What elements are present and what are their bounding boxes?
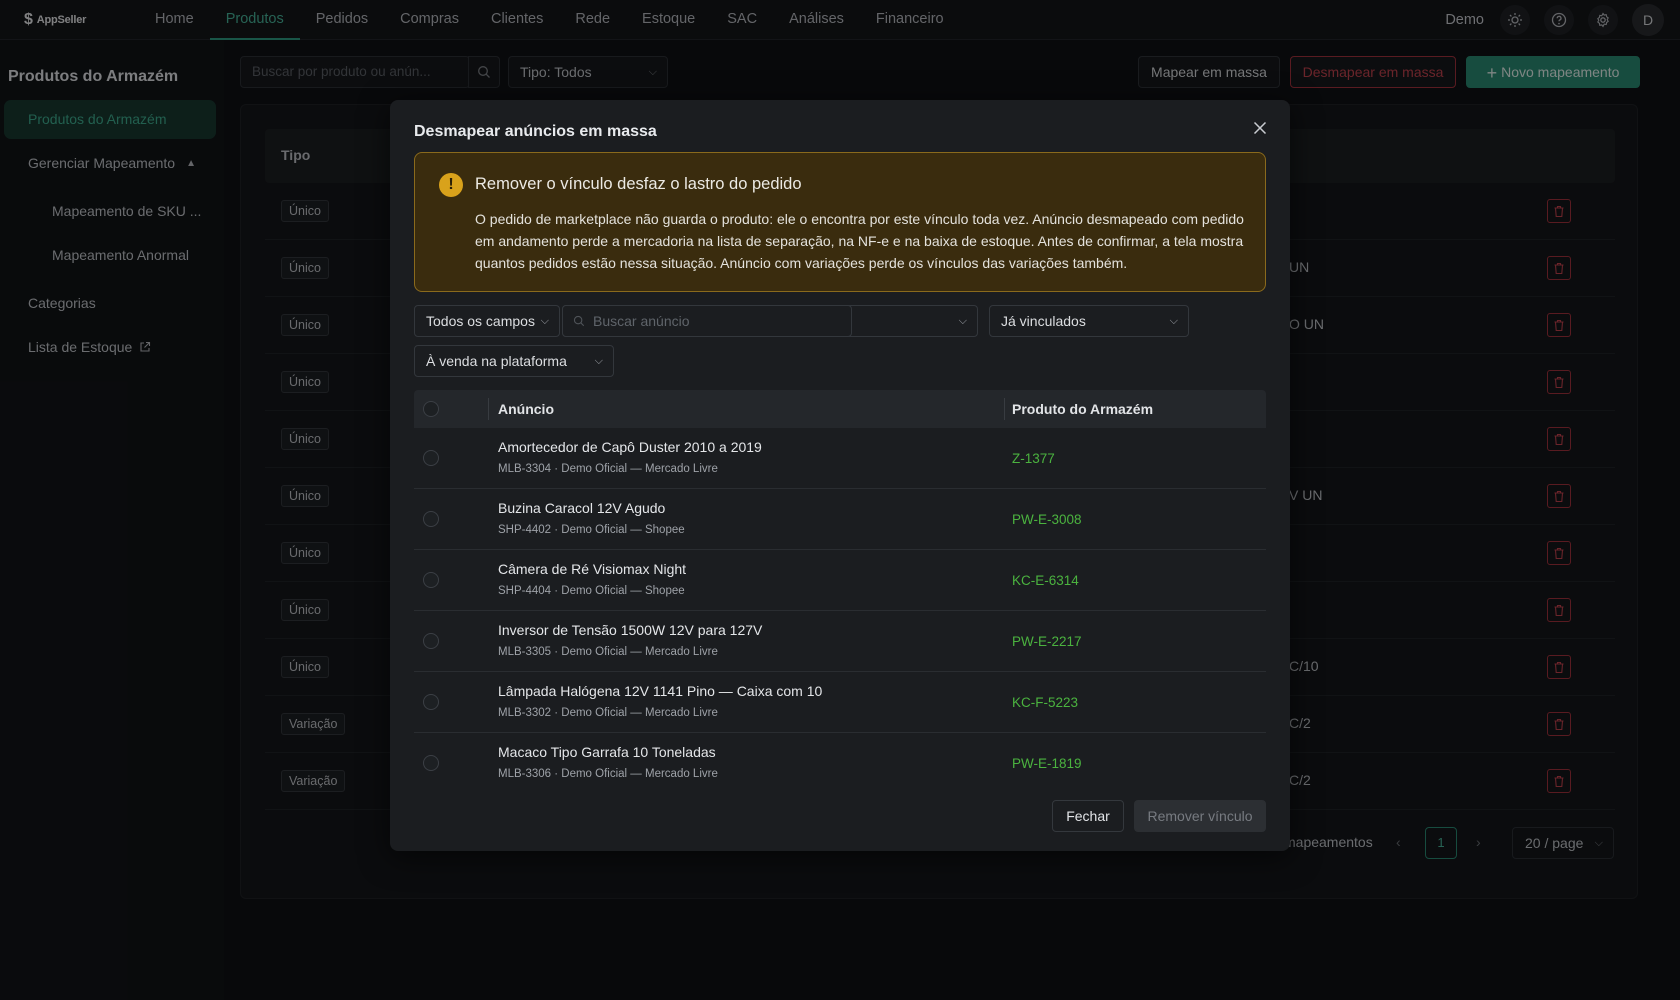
table-row[interactable]: Buzina Caracol 12V Agudo SHP-4402 · Demo…	[414, 489, 1266, 550]
row-checkbox[interactable]	[423, 633, 439, 649]
listing-meta: MLB-3302 · Demo Oficial — Mercado Livre	[498, 707, 718, 719]
status-filter-select[interactable]: À venda na plataforma ⌵	[414, 345, 614, 377]
field-filter-select[interactable]: Todos os campos ⌵	[414, 305, 560, 337]
listing-meta: SHP-4402 · Demo Oficial — Shopee	[498, 524, 685, 536]
chevron-down-icon: ⌵	[958, 315, 967, 327]
column-divider	[488, 398, 489, 420]
listing-search-input[interactable]: Buscar anúncio	[562, 305, 852, 337]
alert-body: O pedido de marketplace não guarda o pro…	[475, 211, 1244, 271]
row-checkbox[interactable]	[423, 755, 439, 771]
listings-table-header: Anúncio Produto do Armazém	[414, 390, 1266, 428]
listing-title: Amortecedor de Capô Duster 2010 a 2019	[498, 439, 762, 455]
warehouse-sku-link[interactable]: PW-E-1819	[1012, 756, 1082, 771]
chevron-down-icon: ⌵	[540, 315, 549, 327]
listing-title: Inversor de Tensão 1500W 12V para 127V	[498, 622, 763, 638]
field-filter-value: Todos os campos	[426, 313, 535, 329]
search-placeholder: Buscar anúncio	[593, 313, 690, 329]
column-header-anuncio: Anúncio	[498, 401, 554, 417]
table-row[interactable]: Macaco Tipo Garrafa 10 Toneladas MLB-330…	[414, 733, 1266, 794]
remove-link-button[interactable]: Remover vínculo	[1134, 800, 1266, 832]
row-checkbox[interactable]	[423, 572, 439, 588]
alert-title: Remover o vínculo desfaz o lastro do ped…	[475, 175, 802, 193]
warehouse-sku-link[interactable]: KC-F-5223	[1012, 695, 1078, 710]
listing-title: Lâmpada Halógena 12V 1141 Pino — Caixa c…	[498, 683, 823, 699]
row-checkbox[interactable]	[423, 694, 439, 710]
table-row[interactable]: Lâmpada Halógena 12V 1141 Pino — Caixa c…	[414, 672, 1266, 733]
warehouse-sku-link[interactable]: PW-E-2217	[1012, 634, 1082, 649]
listing-meta: MLB-3304 · Demo Oficial — Mercado Livre	[498, 463, 718, 475]
column-header-produto: Produto do Armazém	[1012, 401, 1154, 417]
chevron-down-icon: ⌵	[1169, 315, 1178, 327]
listing-meta: MLB-3306 · Demo Oficial — Mercado Livre	[498, 768, 718, 780]
status-filter-value: À venda na plataforma	[426, 353, 567, 369]
warehouse-sku-link[interactable]: KC-E-6314	[1012, 573, 1079, 588]
linked-filter-value: Já vinculados	[1001, 313, 1086, 329]
warehouse-sku-link[interactable]: PW-E-3008	[1012, 512, 1082, 527]
listing-meta: MLB-3305 · Demo Oficial — Mercado Livre	[498, 646, 718, 658]
listing-meta: SHP-4404 · Demo Oficial — Shopee	[498, 585, 685, 597]
linked-filter-select[interactable]: Já vinculados ⌵	[989, 305, 1189, 337]
row-checkbox[interactable]	[423, 450, 439, 466]
table-row[interactable]: Amortecedor de Capô Duster 2010 a 2019 M…	[414, 428, 1266, 489]
row-checkbox[interactable]	[423, 511, 439, 527]
search-icon	[573, 315, 585, 327]
warning-alert: ! Remover o vínculo desfaz o lastro do p…	[414, 152, 1266, 292]
table-row[interactable]: Inversor de Tensão 1500W 12V para 127V M…	[414, 611, 1266, 672]
close-button[interactable]: Fechar	[1052, 800, 1124, 832]
table-row[interactable]: Câmera de Ré Visiomax Night SHP-4404 · D…	[414, 550, 1266, 611]
column-divider	[1004, 398, 1005, 420]
select-all-checkbox[interactable]	[423, 401, 439, 417]
listing-title: Macaco Tipo Garrafa 10 Toneladas	[498, 744, 716, 760]
unmap-bulk-modal: Desmapear anúncios em massa ! Remover o …	[390, 100, 1290, 851]
close-icon[interactable]	[1248, 116, 1272, 140]
listing-title: Câmera de Ré Visiomax Night	[498, 561, 687, 577]
warning-exclamation-icon: !	[439, 173, 463, 197]
chevron-down-icon: ⌵	[594, 355, 603, 367]
modal-title: Desmapear anúncios em massa	[414, 123, 657, 140]
warehouse-sku-link[interactable]: Z-1377	[1012, 451, 1055, 466]
listing-title: Buzina Caracol 12V Agudo	[498, 500, 666, 516]
